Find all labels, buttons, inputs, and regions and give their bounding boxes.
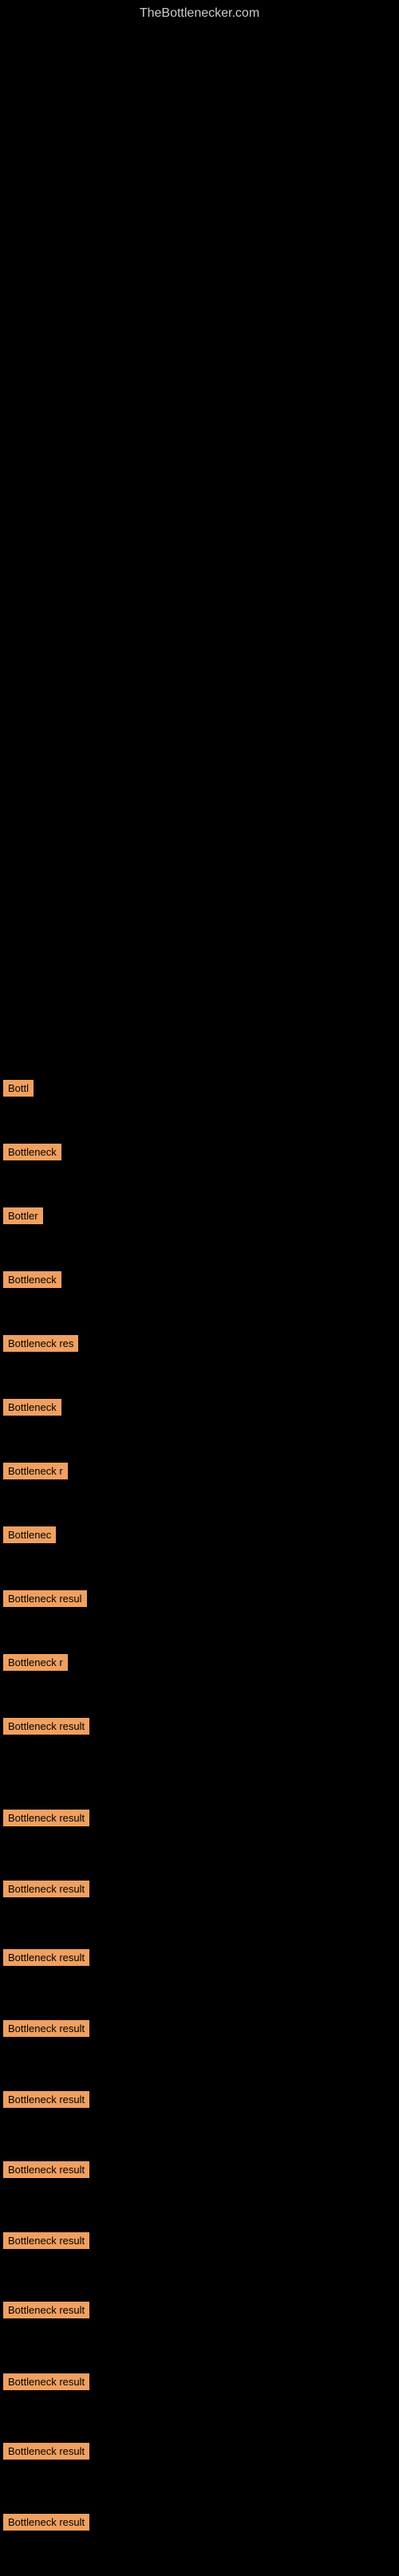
list-item: Bottlenec [2, 1523, 56, 1546]
list-item: Bottleneck result [2, 2370, 89, 2393]
bottleneck-label: Bottleneck r [3, 1463, 68, 1479]
list-item: Bottleneck result [2, 2511, 89, 2534]
bottleneck-label: Bottleneck result [3, 2443, 89, 2460]
list-item: Bottleneck resul [2, 1587, 87, 1610]
list-item: Bottleneck result [2, 1806, 89, 1830]
bottleneck-label: Bottleneck result [3, 1949, 89, 1966]
bottleneck-label: Bottleneck result [3, 2161, 89, 2178]
list-item: Bottleneck result [2, 2158, 89, 2181]
list-item: Bottleneck result [2, 2298, 89, 2322]
bottleneck-label: Bottleneck [3, 1399, 61, 1416]
bottleneck-label: Bottleneck [3, 1271, 61, 1288]
bottleneck-label: Bottleneck result [3, 2232, 89, 2249]
bottleneck-label: Bottleneck result [3, 2020, 89, 2037]
bottleneck-label: Bottleneck r [3, 1654, 68, 1671]
bottleneck-label: Bottleneck result [3, 1810, 89, 1826]
site-title: TheBottlenecker.com [0, 0, 399, 24]
list-item: Bottleneck [2, 1268, 61, 1291]
bottleneck-label: Bottler [3, 1207, 43, 1224]
list-item: Bottleneck result [2, 1946, 89, 1969]
bottleneck-label: Bottleneck [3, 1144, 61, 1160]
list-item: Bottleneck result [2, 2017, 89, 2040]
list-item: Bottl [2, 1077, 34, 1100]
bottleneck-label: Bottleneck res [3, 1335, 78, 1352]
bottleneck-label: Bottleneck result [3, 2514, 89, 2531]
list-item: Bottleneck result [2, 2229, 89, 2252]
bottleneck-label: Bottleneck result [3, 2302, 89, 2318]
list-item: Bottleneck res [2, 1332, 78, 1355]
bottleneck-label: Bottlenec [3, 1526, 56, 1543]
list-item: Bottler [2, 1204, 43, 1227]
bottleneck-label: Bottleneck result [3, 1881, 89, 1897]
list-item: Bottleneck result [2, 1715, 89, 1738]
bottleneck-label: Bottleneck result [3, 2373, 89, 2390]
bottleneck-label: Bottl [3, 1080, 34, 1097]
bottleneck-label: Bottleneck result [3, 1718, 89, 1735]
bottleneck-label: Bottleneck resul [3, 1590, 87, 1607]
list-item: Bottleneck [2, 1396, 61, 1419]
list-item: Bottleneck r [2, 1651, 68, 1674]
list-item: Bottleneck result [2, 1877, 89, 1900]
list-item: Bottleneck result [2, 2440, 89, 2463]
bottleneck-label: Bottleneck result [3, 2091, 89, 2108]
list-item: Bottleneck [2, 1140, 61, 1164]
list-item: Bottleneck result [2, 2088, 89, 2111]
list-item: Bottleneck r [2, 1459, 68, 1483]
